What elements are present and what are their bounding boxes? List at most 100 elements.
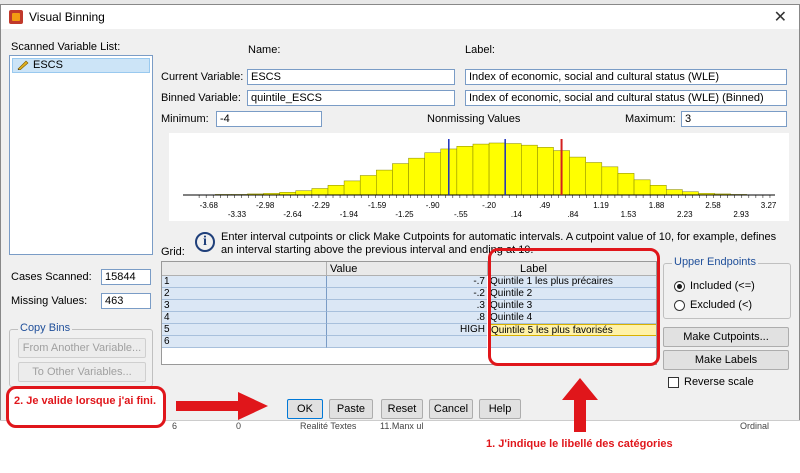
bg-cell: 0 [236, 421, 242, 431]
reset-button[interactable]: Reset [381, 399, 423, 419]
tick-label: .49 [539, 201, 551, 210]
paste-button[interactable]: Paste [329, 399, 373, 419]
arrow-up-icon [562, 378, 598, 432]
binned-variable-label-input[interactable]: Index of economic, social and cultural s… [465, 90, 787, 106]
scanned-variable-list[interactable]: ESCS [9, 55, 153, 255]
list-item-label: ESCS [33, 59, 63, 71]
cancel-button[interactable]: Cancel [429, 399, 473, 419]
tick-label: -.90 [426, 201, 440, 210]
histogram-bar [408, 157, 425, 196]
cutpoint-value-cell[interactable]: -.7 [327, 276, 487, 288]
tick-label: 2.93 [733, 210, 749, 219]
tick-label: 2.58 [705, 201, 721, 210]
from-another-variable-button[interactable]: From Another Variable... [18, 338, 146, 358]
annotation-note-validate: 2. Je valide lorsque j'ai fini. [14, 395, 157, 407]
list-item-escs[interactable]: ESCS [12, 58, 150, 73]
binned-variable-label: Binned Variable: [161, 92, 241, 104]
window-title: Visual Binning [29, 10, 105, 24]
histogram-chart: -3.68 -2.98 -2.29 -1.59 -.90 -.20 .49 1.19 1.88 2… [183, 139, 777, 219]
maximum-label: Maximum: [625, 113, 676, 125]
cutpoint-value-cell[interactable]: -.2 [327, 288, 487, 300]
histogram-bar [424, 152, 441, 196]
binned-variable-name-input[interactable]: quintile_ESCS [247, 90, 455, 106]
tick-label: -1.59 [368, 201, 387, 210]
make-cutpoints-button[interactable]: Make Cutpoints... [663, 327, 789, 347]
histogram-bar [311, 188, 329, 196]
tick-label: -2.64 [283, 210, 302, 219]
missing-values-field: 463 [101, 293, 151, 309]
histogram-bar [537, 147, 554, 196]
histogram-bar [585, 162, 603, 196]
tick-label: 1.19 [593, 201, 609, 210]
help-button[interactable]: Help [479, 399, 521, 419]
histogram-bar [295, 190, 313, 196]
histogram-bar [359, 175, 377, 196]
current-variable-field: ESCS [247, 69, 455, 85]
tick-label: .84 [567, 210, 579, 219]
tick-label: -3.68 [200, 201, 219, 210]
current-variable-label: Current Variable: [161, 71, 244, 83]
tick-label: -.55 [454, 210, 468, 219]
histogram-bar [633, 179, 651, 196]
histogram-bar [327, 185, 345, 196]
minimum-label: Minimum: [161, 113, 209, 125]
row-number: 5 [162, 324, 327, 336]
tick-label: 1.88 [649, 201, 665, 210]
make-labels-button[interactable]: Make Labels [663, 350, 789, 370]
histogram-bar [472, 143, 490, 196]
row-number: 1 [162, 276, 327, 288]
histogram-bar [343, 180, 361, 196]
info-icon: i [195, 232, 215, 252]
to-other-variables-button[interactable]: To Other Variables... [18, 362, 146, 382]
upper-endpoints-group: Upper Endpoints Included (<=) Excluded (… [663, 256, 791, 319]
copy-bins-title: Copy Bins [18, 322, 73, 334]
app-icon [9, 10, 23, 24]
histogram-bar [666, 189, 683, 196]
reverse-scale-checkbox[interactable] [668, 377, 679, 388]
tick-label: -1.25 [395, 210, 414, 219]
histogram-bar [392, 163, 409, 196]
histogram-bar [601, 166, 619, 196]
label-header: Label: [465, 44, 495, 56]
cases-scanned-label: Cases Scanned: [11, 271, 92, 283]
title-bar: Visual Binning ✕ [1, 5, 799, 29]
close-icon[interactable]: ✕ [774, 7, 787, 27]
included-label: Included (<=) [690, 280, 755, 292]
tick-label: 3.27 [761, 201, 777, 210]
histogram-bar [617, 173, 635, 196]
cutpoint-value-cell[interactable]: HIGH [327, 324, 487, 336]
reverse-scale-label: Reverse scale [684, 376, 754, 388]
cutpoint-value-cell[interactable] [327, 336, 487, 348]
histogram-bar [521, 144, 538, 196]
tick-label: .14 [511, 210, 523, 219]
scanned-variable-label: Scanned Variable List: [11, 41, 121, 53]
cutpoint-value-cell[interactable]: .8 [327, 312, 487, 324]
tick-label: -2.98 [256, 201, 275, 210]
arrow-right-icon [176, 392, 268, 420]
tick-label: -3.33 [228, 210, 247, 219]
annotation-note-labels: 1. J'indique le libellé des catégories [486, 438, 673, 450]
histogram-bar [456, 146, 474, 196]
histogram-bar [488, 142, 506, 196]
upper-endpoints-title: Upper Endpoints [672, 256, 758, 268]
tick-label: -.20 [482, 201, 496, 210]
tick-label: 2.23 [677, 210, 693, 219]
excluded-label: Excluded (<) [690, 299, 753, 311]
bg-cell: Ordinal [740, 421, 770, 431]
visual-binning-dialog: Visual Binning ✕ Scanned Variable List: … [0, 4, 800, 424]
grid-label: Grid: [161, 246, 185, 258]
cases-scanned-field: 15844 [101, 269, 151, 285]
row-number: 2 [162, 288, 327, 300]
excluded-radio[interactable] [674, 300, 685, 311]
minimum-field: -4 [216, 111, 322, 127]
ok-button[interactable]: OK [287, 399, 323, 419]
nonmissing-values-label: Nonmissing Values [427, 113, 521, 125]
included-radio[interactable] [674, 281, 685, 292]
histogram-bar [569, 156, 586, 196]
histogram-bar [649, 185, 667, 196]
cutpoint-value-cell[interactable]: .3 [327, 300, 487, 312]
scale-variable-icon [17, 60, 29, 71]
row-number: 6 [162, 336, 327, 348]
bg-cell: 6 [172, 421, 178, 431]
grid-corner [162, 262, 327, 276]
